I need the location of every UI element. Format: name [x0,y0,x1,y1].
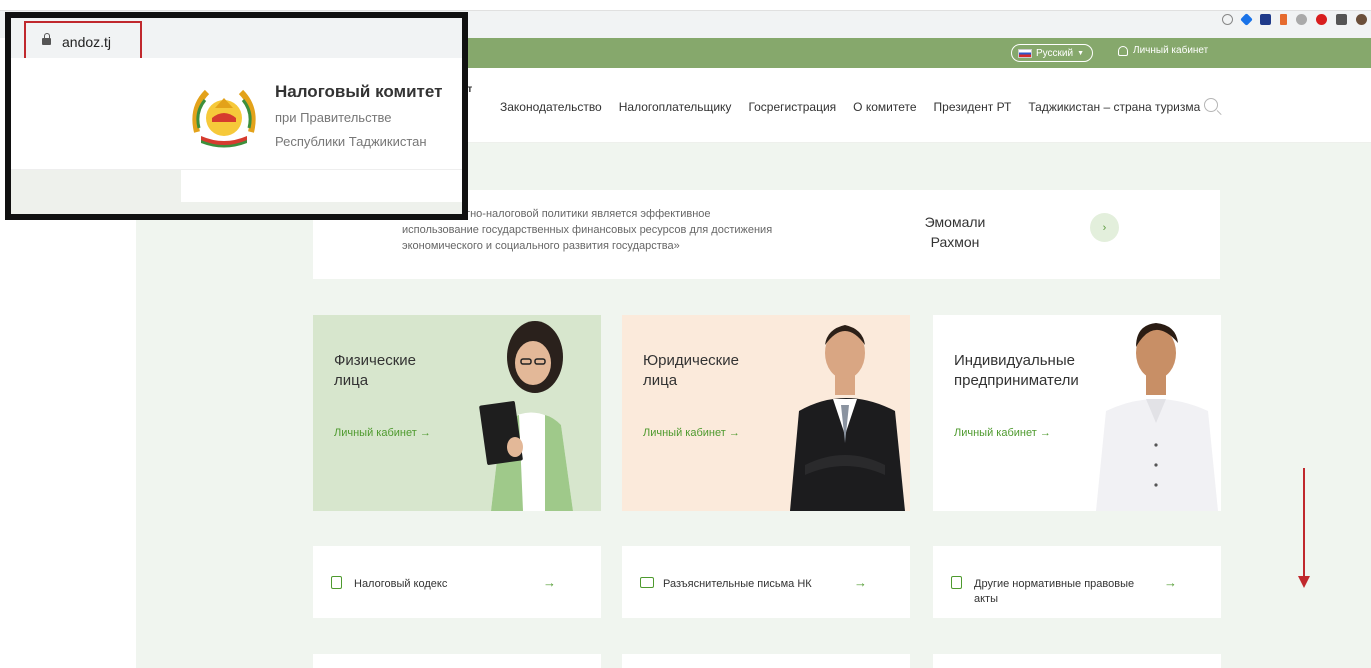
nav-item-about[interactable]: О комитете [853,100,916,114]
category-card-legal-entities[interactable]: Юридические лица Личный кабинет → [622,315,910,511]
nav-item-tourism[interactable]: Таджикистан – страна туризма [1028,100,1200,114]
org-subtitle-line: при Правительстве [275,110,392,125]
personal-cabinet-label: Личный кабинет [1133,45,1209,56]
page: Русский ▼ Личный кабинет ет н Законодате… [0,0,1371,668]
language-selector[interactable]: Русский ▼ [1011,44,1094,62]
doc-card-explanatory-letters[interactable]: Разъяснительные письма НК → [622,546,910,618]
category-title-line: Юридические [643,352,739,369]
partial-card [313,654,601,668]
book-icon [331,576,342,589]
card-edge-magnified [181,170,462,202]
category-cabinet-link[interactable]: Личный кабинет → [334,427,431,439]
category-title: Юридические лица [643,351,803,391]
mail-tray-icon [640,577,654,588]
quote-next-button[interactable]: › [1090,213,1119,242]
nav-item-legislation[interactable]: Законодательство [500,100,602,114]
author-first-name: Эмомали [924,214,986,230]
nav-menu: Законодательство Налогоплательщику Госре… [500,100,1200,114]
org-title[interactable]: Налоговый комитет [275,82,442,102]
left-margin [0,143,136,668]
quote-line: использование государственных финансовых… [402,224,773,236]
bookmark-star-icon[interactable] [1240,13,1253,26]
doc-card-tax-code[interactable]: Налоговый кодекс → [313,546,601,618]
doc-card-other-regulations[interactable]: Другие нормативные правовые акты → [933,546,1221,618]
quote-author: Эмомали Рахмон [910,212,1000,252]
browser-extension-icons [1222,13,1367,26]
category-title: Индивидуальные предприниматели [954,351,1114,391]
category-title-line: предприниматели [954,372,1079,389]
partial-card [622,654,910,668]
lock-icon[interactable] [42,33,51,45]
quote-line: экономического и социального развития го… [402,240,680,252]
profile-avatar-icon[interactable] [1356,14,1367,25]
author-last-name: Рахмон [930,234,980,250]
search-icon[interactable] [1204,98,1218,112]
personal-cabinet-link[interactable]: Личный кабинет [1118,45,1208,56]
doc-label: Налоговый кодекс [354,578,448,590]
arrow-right-icon: → [854,575,867,590]
woman-with-clipboard-photo [479,321,573,511]
opera-icon[interactable] [1316,14,1327,25]
tajikistan-emblem-logo[interactable] [187,78,261,152]
zoom-icon[interactable] [1222,14,1233,25]
chevron-down-icon: ▼ [1077,49,1085,57]
category-card-individuals[interactable]: Физические лица Личный кабинет → [313,315,601,511]
extension-f-icon[interactable] [1280,14,1287,25]
entrepreneur-photo [1096,323,1218,511]
language-label: Русский [1036,47,1074,59]
user-icon [1118,45,1128,56]
extension-circle-icon[interactable] [1296,14,1307,25]
puzzle-icon[interactable] [1336,14,1347,25]
arrow-right-icon: → [1164,575,1177,590]
category-cabinet-link[interactable]: Личный кабинет → [954,427,1051,439]
russia-flag-icon [1018,48,1032,58]
arrow-right-icon: → [543,575,556,590]
org-subtitle-line: Республики Таджикистан [275,134,427,149]
extension-icon[interactable] [1260,14,1271,25]
doc-label: Другие нормативные правовые акты [974,578,1135,605]
clipboard-icon [951,576,962,589]
nav-item-taxpayer[interactable]: Налогоплательщику [619,100,732,114]
businessman-photo [790,325,905,511]
category-cabinet-link[interactable]: Личный кабинет → [643,427,740,439]
category-title-line: лица [643,372,678,389]
category-card-entrepreneurs[interactable]: Индивидуальные предприниматели Личный ка… [933,315,1221,511]
magnified-header-overlay: andoz.tj Налоговый комитет при Правитель… [5,12,468,220]
category-title-line: Индивидуальные [954,352,1075,369]
scroll-down-annotation-arrow [1298,468,1310,588]
doc-label: Разъяснительные письма НК [663,578,812,590]
partial-card [933,654,1221,668]
nav-item-president[interactable]: Президент РТ [934,100,1012,114]
url-text[interactable]: andoz.tj [62,34,111,50]
nav-item-registration[interactable]: Госрегистрация [748,100,836,114]
